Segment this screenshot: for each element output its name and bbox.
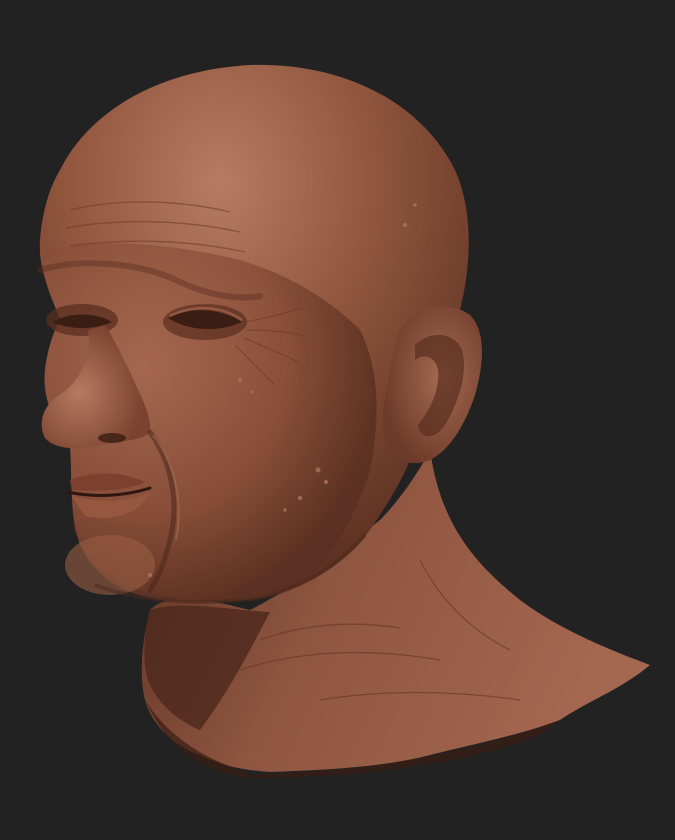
chin — [65, 535, 155, 595]
render-viewport — [0, 0, 675, 840]
sculpted-head-render — [37, 64, 650, 778]
nostril — [98, 433, 126, 443]
